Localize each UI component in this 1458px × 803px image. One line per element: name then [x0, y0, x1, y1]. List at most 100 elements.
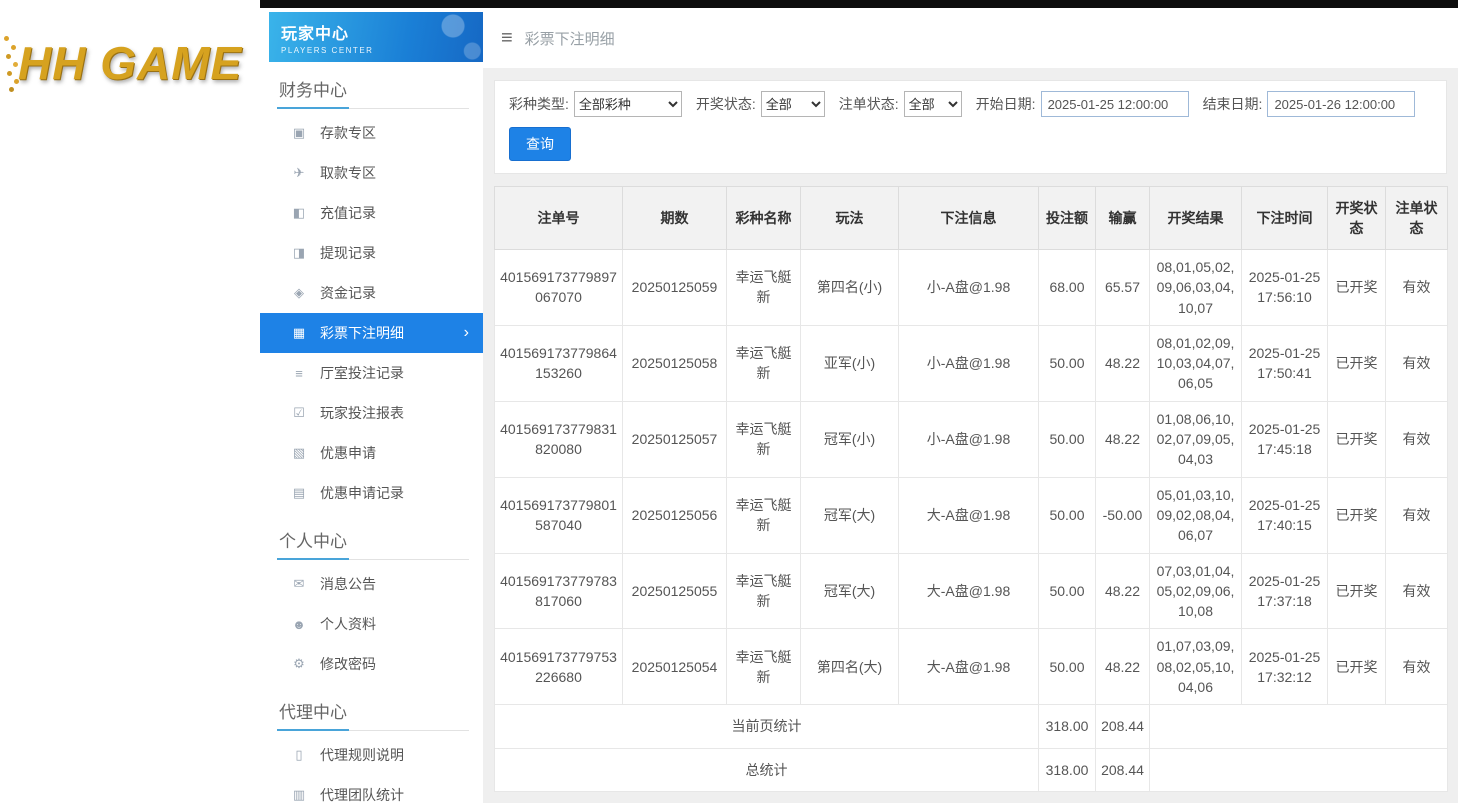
sidebar-item-recharge-records[interactable]: ◧充值记录 [260, 193, 483, 233]
sidebar-item-cashout-records[interactable]: ◨提现记录 [260, 233, 483, 273]
cell-play: 冠军(小) [801, 401, 899, 477]
lottery-type-select[interactable]: 全部彩种 [574, 91, 682, 117]
sidebar-item-label: 彩票下注明细 [320, 323, 404, 343]
logo-burst-decoration [4, 36, 9, 41]
column-header: 玩法 [801, 187, 899, 250]
page-summary-label: 当前页统计 [495, 705, 1039, 748]
total-summary-amount: 318.00 [1039, 748, 1096, 791]
cell-period: 20250125059 [623, 250, 727, 326]
sidebar-item-label: 个人资料 [320, 614, 376, 634]
filter-panel: 彩种类型: 全部彩种 开奖状态: 全部 注单状态: [494, 80, 1447, 174]
cell-draw_status: 已开奖 [1328, 477, 1386, 553]
sidebar-item-label: 代理团队统计 [320, 785, 404, 803]
cell-order_status: 有效 [1386, 629, 1448, 705]
cell-bet_no: 401569173779801587040 [495, 477, 623, 553]
column-header: 彩种名称 [727, 187, 801, 250]
cell-draw_status: 已开奖 [1328, 401, 1386, 477]
section-title-label: 财务中心 [277, 70, 349, 109]
bet-details-icon: ▦ [290, 325, 308, 341]
sidebar-item-label: 存款专区 [320, 123, 376, 143]
page-summary-filler [1150, 705, 1448, 748]
sidebar-item-promo-apply-records[interactable]: ▤优惠申请记录 [260, 473, 483, 513]
cell-play: 冠军(大) [801, 553, 899, 629]
cell-bet_info: 大-A盘@1.98 [899, 477, 1039, 553]
total-summary-winloss: 208.44 [1096, 748, 1150, 791]
cell-lottery: 幸运飞艇新 [727, 553, 801, 629]
promo-icon: ▧ [290, 445, 308, 461]
cell-play: 冠军(大) [801, 477, 899, 553]
content-header: ≡ 彩票下注明细 [483, 8, 1458, 68]
menu-toggle-icon[interactable]: ≡ [501, 27, 513, 50]
cell-lottery: 幸运飞艇新 [727, 325, 801, 401]
query-button[interactable]: 查询 [509, 127, 571, 161]
cell-order_status: 有效 [1386, 325, 1448, 401]
cell-bet_no: 401569173779783817060 [495, 553, 623, 629]
cell-result: 08,01,05,02,09,06,03,04,10,07 [1150, 250, 1242, 326]
end-date-filter: 结束日期: [1203, 91, 1416, 117]
sidebar-item-label: 消息公告 [320, 574, 376, 594]
cell-period: 20250125057 [623, 401, 727, 477]
cell-bet_time: 2025-01-25 17:37:18 [1242, 553, 1328, 629]
sidebar-item-change-password[interactable]: ⚙修改密码 [260, 644, 483, 684]
cell-order_status: 有效 [1386, 477, 1448, 553]
page-title: 彩票下注明细 [525, 28, 615, 49]
sidebar-subtitle: PLAYERS CENTER [281, 46, 471, 55]
deposit-icon: ▣ [290, 125, 308, 141]
order-status-filter: 注单状态: 全部 [839, 91, 962, 117]
cell-order_status: 有效 [1386, 250, 1448, 326]
main-layout: 玩家中心 PLAYERS CENTER 财务中心▣存款专区✈取款专区◧充值记录◨… [260, 8, 1458, 803]
sidebar-item-label: 厅室投注记录 [320, 363, 404, 383]
end-date-input[interactable] [1267, 91, 1415, 117]
cell-play: 亚军(小) [801, 325, 899, 401]
brand-logo: HH GAME [18, 36, 242, 90]
gear-icon: ⚙ [290, 656, 308, 672]
sidebar-item-promo-apply[interactable]: ▧优惠申请 [260, 433, 483, 473]
table-row: 40156917377980158704020250125056幸运飞艇新冠军(… [495, 477, 1448, 553]
column-header: 期数 [623, 187, 727, 250]
top-black-bar [260, 0, 1458, 8]
order-status-label: 注单状态: [839, 94, 899, 114]
column-header: 开奖状态 [1328, 187, 1386, 250]
page-summary-winloss: 208.44 [1096, 705, 1150, 748]
sidebar-item-player-bet-report[interactable]: ☑玩家投注报表 [260, 393, 483, 433]
sidebar-item-agent-team-stats[interactable]: ▥代理团队统计 [260, 775, 483, 803]
sidebar-item-funds-records[interactable]: ◈资金记录 [260, 273, 483, 313]
sidebar-item-profile[interactable]: ☻个人资料 [260, 604, 483, 644]
start-date-label: 开始日期: [976, 94, 1036, 114]
column-header: 输赢 [1096, 187, 1150, 250]
cell-bet_time: 2025-01-25 17:32:12 [1242, 629, 1328, 705]
start-date-input[interactable] [1041, 91, 1189, 117]
chevron-right-icon: › [464, 324, 469, 342]
sidebar-item-deposit-zone[interactable]: ▣ 存款专区 [260, 113, 483, 153]
sidebar-item-label: 充值记录 [320, 203, 376, 223]
cell-result: 08,01,02,09,10,03,04,07,06,05 [1150, 325, 1242, 401]
sidebar-item-label: 提现记录 [320, 243, 376, 263]
section-title: 代理中心 [277, 692, 469, 731]
funds-icon: ◈ [290, 285, 308, 301]
cell-bet_info: 小-A盘@1.98 [899, 250, 1039, 326]
sidebar-item-agent-rules[interactable]: ▯代理规则说明 [260, 735, 483, 775]
cell-amount: 50.00 [1039, 477, 1096, 553]
cell-win_loss: 48.22 [1096, 629, 1150, 705]
lottery-type-label: 彩种类型: [509, 94, 569, 114]
table-row: 40156917377989706707020250125059幸运飞艇新第四名… [495, 250, 1448, 326]
sidebar-item-withdraw-zone[interactable]: ✈取款专区 [260, 153, 483, 193]
hall-records-icon: ≡ [290, 366, 308, 381]
order-status-select[interactable]: 全部 [904, 91, 962, 117]
sidebar-item-lottery-bet-details[interactable]: ▦ 彩票下注明细 › [260, 313, 483, 353]
cell-amount: 50.00 [1039, 629, 1096, 705]
cell-result: 05,01,03,10,09,02,08,04,06,07 [1150, 477, 1242, 553]
cell-win_loss: -50.00 [1096, 477, 1150, 553]
cell-bet_info: 小-A盘@1.98 [899, 401, 1039, 477]
cell-result: 07,03,01,04,05,02,09,06,10,08 [1150, 553, 1242, 629]
cell-bet_info: 小-A盘@1.98 [899, 325, 1039, 401]
sidebar-item-announcements[interactable]: ✉消息公告 [260, 564, 483, 604]
sidebar-item-hall-bet-records[interactable]: ≡ 厅室投注记录 [260, 353, 483, 393]
end-date-label: 结束日期: [1203, 94, 1263, 114]
cell-win_loss: 48.22 [1096, 401, 1150, 477]
draw-status-select[interactable]: 全部 [761, 91, 825, 117]
cell-play: 第四名(小) [801, 250, 899, 326]
sidebar-item-label: 玩家投注报表 [320, 403, 404, 423]
cell-bet_time: 2025-01-25 17:45:18 [1242, 401, 1328, 477]
total-summary-row: 总统计 318.00 208.44 [495, 748, 1448, 791]
